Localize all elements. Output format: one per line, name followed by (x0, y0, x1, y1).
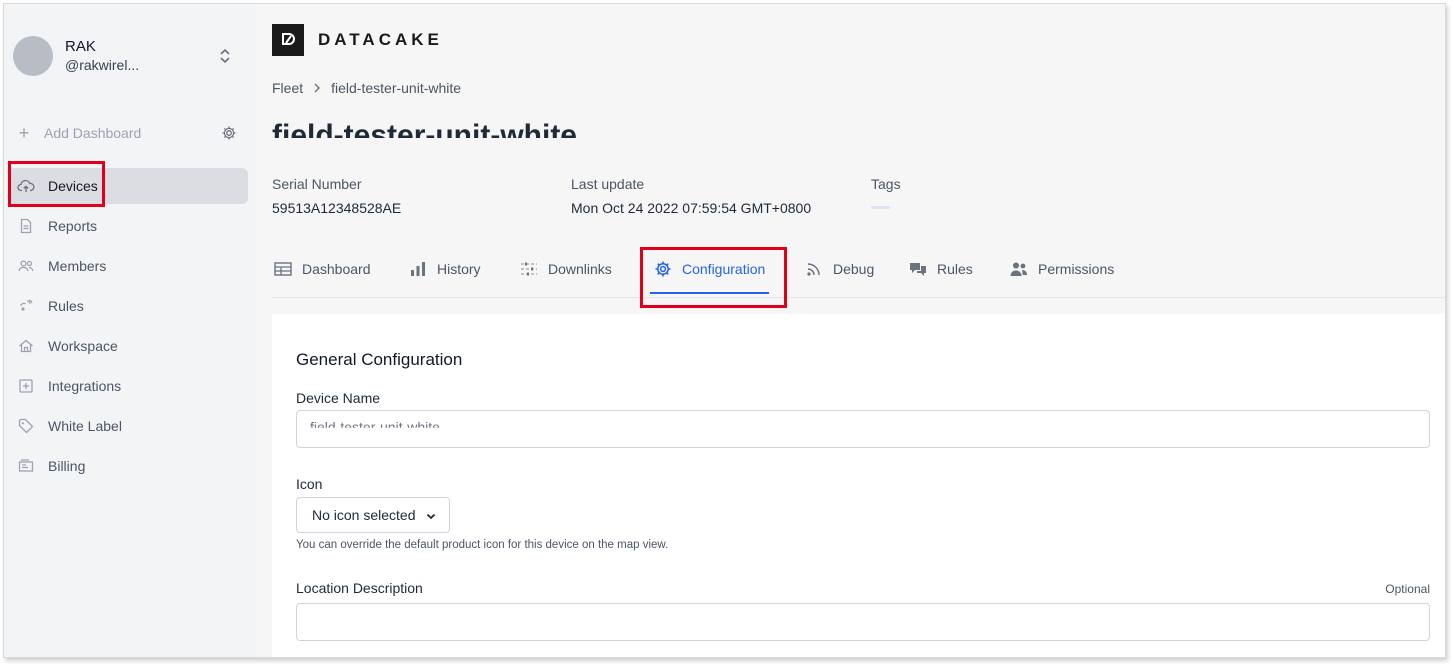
billing-icon (17, 457, 35, 475)
tag-icon (17, 417, 35, 435)
sidebar-item-white-label[interactable]: White Label (8, 408, 248, 444)
sidebar-item-label: Billing (48, 458, 86, 474)
tab-label: Dashboard (302, 261, 371, 277)
brand-name: DATACAKE (318, 30, 443, 49)
icon-help-text: You can override the default product ico… (296, 539, 669, 551)
tab-label: History (437, 261, 481, 277)
optional-label: Optional (1385, 582, 1430, 596)
sidebar-item-billing[interactable]: Billing (8, 448, 248, 484)
tags-block: Tags (871, 176, 901, 209)
user-group-icon (1010, 260, 1028, 278)
app-window: RAK @rakwirel... + Add Dashboard Devices… (3, 3, 1446, 658)
rss-icon (805, 260, 823, 278)
signal-icon (17, 297, 35, 315)
home-icon (17, 337, 35, 355)
sidebar-item-rules[interactable]: Rules (8, 288, 248, 324)
tab-permissions[interactable]: Permissions (1010, 260, 1114, 298)
sidebar-item-workspace[interactable]: Workspace (8, 328, 248, 364)
highlight-box (640, 247, 787, 308)
device-name-value: field-tester-unit-white (310, 419, 440, 435)
chevron-up-down-icon[interactable] (218, 46, 232, 66)
chevron-down-icon (426, 513, 436, 520)
brand-logo[interactable]: DATACAKE (272, 24, 443, 56)
chat-icon (909, 260, 927, 278)
sidebar-nav: Devices Reports Members Rules Workspace … (8, 168, 248, 488)
breadcrumb-fleet-link[interactable]: Fleet (272, 80, 303, 96)
section-title: General Configuration (296, 350, 463, 369)
main-content: DATACAKE Fleet field-tester-unit-white f… (256, 4, 1445, 657)
plus-square-icon (17, 377, 35, 395)
document-icon (17, 217, 35, 235)
workspace-switcher[interactable]: RAK @rakwirel... (13, 34, 248, 78)
add-dashboard-label: Add Dashboard (44, 125, 142, 141)
icon-label: Icon (296, 476, 323, 492)
tab-label: Debug (833, 261, 875, 277)
serial-number-label: Serial Number (272, 176, 362, 192)
sidebar-item-label: Integrations (48, 378, 122, 394)
last-update-label: Last update (571, 176, 645, 192)
icon-select-value: No icon selected (312, 507, 416, 523)
serial-number-block: Serial Number 59513A12348528AE (272, 176, 401, 216)
page-title: field-tester-unit-white (272, 119, 577, 138)
tab-debug[interactable]: Debug (805, 260, 874, 298)
sidebar-item-integrations[interactable]: Integrations (8, 368, 248, 404)
location-description-label: Location Description (296, 580, 423, 596)
last-update-block: Last update Mon Oct 24 2022 07:59:54 GMT… (571, 176, 811, 216)
device-tabs: Dashboard History Downlinks Configuratio… (272, 254, 1445, 298)
sidebar-item-members[interactable]: Members (8, 248, 248, 284)
plus-icon: + (18, 123, 30, 143)
page-title-wrapper: field-tester-unit-white (272, 116, 872, 138)
breadcrumb: Fleet field-tester-unit-white (272, 80, 461, 96)
tab-dashboard[interactable]: Dashboard (274, 260, 371, 298)
tab-label: Downlinks (548, 261, 612, 277)
tab-label: Rules (937, 261, 973, 277)
gear-icon[interactable] (221, 125, 237, 141)
users-icon (17, 257, 35, 275)
tab-label: Permissions (1038, 261, 1115, 277)
datacake-logo-icon (272, 24, 304, 56)
tab-history[interactable]: History (409, 260, 481, 298)
user-handle: @rakwirel... (65, 56, 140, 73)
sidebar-item-reports[interactable]: Reports (8, 208, 248, 244)
sidebar-item-label: Members (48, 258, 107, 274)
last-update-value: Mon Oct 24 2022 07:59:54 GMT+0800 (571, 200, 812, 216)
avatar (13, 36, 53, 76)
tab-rules[interactable]: Rules (909, 260, 973, 298)
sliders-icon (520, 260, 538, 278)
device-name-label: Device Name (296, 390, 381, 406)
location-description-input[interactable] (296, 603, 1430, 641)
icon-select[interactable]: No icon selected (296, 497, 450, 533)
general-configuration-card: General Configuration Device Name field-… (272, 314, 1445, 657)
sidebar-item-label: Reports (48, 218, 98, 234)
breadcrumb-current: field-tester-unit-white (331, 80, 462, 96)
tab-downlinks[interactable]: Downlinks (520, 260, 612, 298)
sidebar-item-label: Workspace (48, 338, 118, 354)
user-name: RAK (65, 37, 96, 55)
chevron-right-icon (313, 81, 321, 96)
table-icon (274, 260, 292, 278)
add-dashboard-button[interactable]: + Add Dashboard (15, 122, 237, 144)
sidebar: RAK @rakwirel... + Add Dashboard Devices… (4, 4, 256, 657)
bar-chart-icon (409, 260, 427, 278)
serial-number-value: 59513A12348528AE (272, 200, 402, 216)
tag-placeholder[interactable] (871, 206, 890, 209)
tags-label: Tags (871, 176, 901, 192)
sidebar-item-label: Rules (48, 298, 84, 314)
highlight-box (8, 161, 105, 207)
sidebar-item-label: White Label (48, 418, 122, 434)
device-name-input[interactable]: field-tester-unit-white (296, 410, 1430, 448)
